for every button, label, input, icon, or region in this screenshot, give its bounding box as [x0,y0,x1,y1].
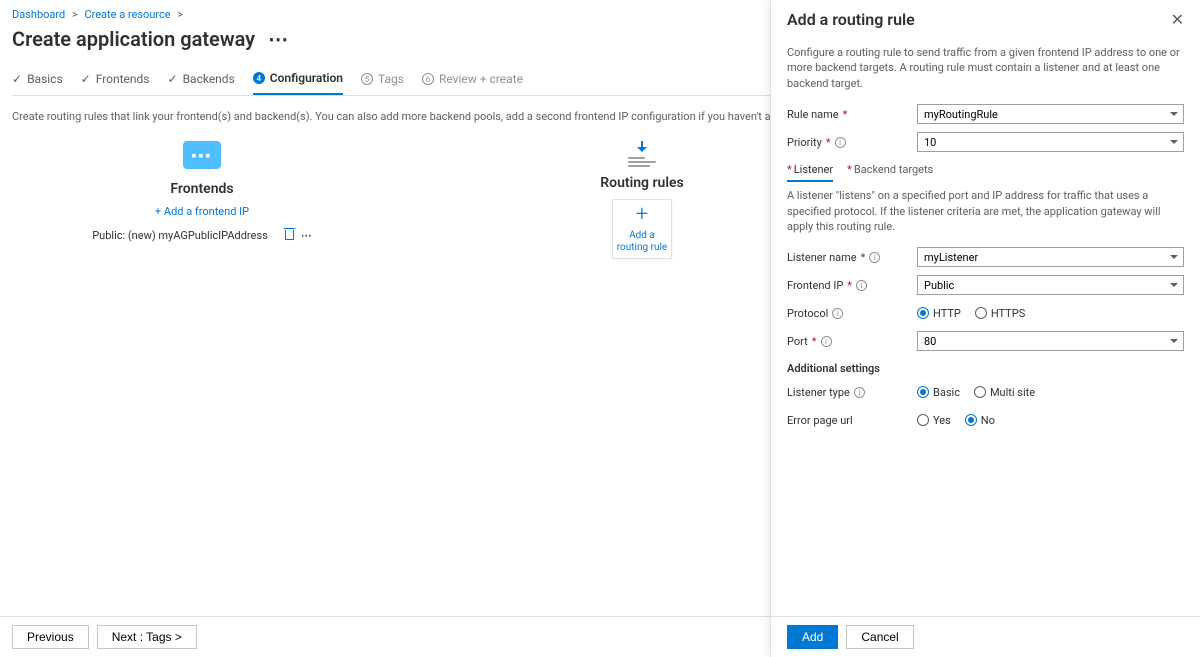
routing-rules-icon [623,141,661,169]
step-number-icon: 4 [253,72,265,84]
panel-footer: Add Cancel [771,616,1200,657]
close-icon[interactable]: ✕ [1171,10,1184,29]
frontend-ip-label: Frontend IP*i [787,279,917,292]
frontend-item: Public: (new) myAGPublicIPAddress ⋯ [72,228,332,243]
add-routing-rule-card[interactable]: + Add a routing rule [612,199,672,259]
add-routing-rule-panel: Add a routing rule ✕ Configure a routing… [770,0,1200,657]
additional-settings-header: Additional settings [787,362,1184,375]
step-backends[interactable]: ✓Backends [168,66,235,94]
subtab-backend-targets[interactable]: *Backend targets [847,163,933,182]
protocol-label: Protocoli [787,307,917,320]
frontend-ip-select[interactable] [917,275,1184,295]
error-page-url-label: Error page url [787,414,917,427]
delete-icon[interactable] [284,228,295,243]
panel-description: Configure a routing rule to send traffic… [787,45,1184,91]
cancel-button[interactable]: Cancel [846,625,913,649]
step-number-icon: 6 [422,73,434,85]
routing-rules-title: Routing rules [600,175,683,191]
step-configuration[interactable]: 4Configuration [253,65,343,95]
info-icon[interactable]: i [835,137,846,148]
protocol-https-radio[interactable]: HTTPS [975,307,1025,320]
frontends-title: Frontends [170,181,233,197]
frontends-icon: ▪▪▪ [183,141,221,169]
protocol-http-radio[interactable]: HTTP [917,307,961,320]
port-label: Port*i [787,335,917,348]
add-routing-rule-label: Add a routing rule [613,230,671,254]
info-icon[interactable]: i [854,387,865,398]
breadcrumb-link-create-resource[interactable]: Create a resource [84,8,170,21]
listener-type-multi-radio[interactable]: Multi site [974,386,1035,399]
routing-rules-column: Routing rules + Add a routing rule [512,141,772,259]
listener-type-radio-group: Basic Multi site [917,386,1184,399]
error-page-radio-group: Yes No [917,414,1184,427]
port-input[interactable] [917,331,1184,351]
info-icon[interactable]: i [821,336,832,347]
panel-subtabs: *Listener *Backend targets [787,163,1184,182]
listener-type-label: Listener typei [787,386,917,399]
step-basics[interactable]: ✓Basics [12,66,63,94]
more-icon[interactable]: ⋯ [301,229,312,242]
info-icon[interactable]: i [856,280,867,291]
listener-type-basic-radio[interactable]: Basic [917,386,960,399]
info-icon[interactable]: i [869,252,880,263]
add-button[interactable]: Add [787,625,838,649]
error-page-yes-radio[interactable]: Yes [917,414,951,427]
info-icon[interactable]: i [832,308,843,319]
step-frontends[interactable]: ✓Frontends [81,66,150,94]
priority-label: Priority*i [787,136,917,149]
plus-icon: + [636,204,648,226]
check-icon: ✓ [12,73,22,85]
breadcrumb-link-dashboard[interactable]: Dashboard [12,8,65,21]
check-icon: ✓ [81,73,91,85]
step-tags[interactable]: 5Tags [361,66,404,94]
check-icon: ✓ [168,73,178,85]
add-frontend-ip-link[interactable]: + Add a frontend IP [155,205,249,218]
priority-input[interactable] [917,132,1184,152]
rule-name-input[interactable] [917,104,1184,124]
step-review-create[interactable]: 6Review + create [422,66,523,94]
step-number-icon: 5 [361,73,373,85]
frontend-item-label: Public: (new) myAGPublicIPAddress [92,229,268,242]
subtab-listener[interactable]: *Listener [787,163,833,182]
listener-name-input[interactable] [917,247,1184,267]
frontends-column: ▪▪▪ Frontends + Add a frontend IP Public… [72,141,332,243]
listener-name-label: Listener name*i [787,251,917,264]
listener-description: A listener "listens" on a specified port… [787,188,1184,234]
error-page-no-radio[interactable]: No [965,414,995,427]
rule-name-label: Rule name* [787,108,917,121]
next-button[interactable]: Next : Tags > [97,625,197,649]
panel-title: Add a routing rule [787,10,915,29]
page-title-more-icon[interactable]: ⋯ [268,27,288,51]
previous-button[interactable]: Previous [12,625,89,649]
protocol-radio-group: HTTP HTTPS [917,307,1184,320]
